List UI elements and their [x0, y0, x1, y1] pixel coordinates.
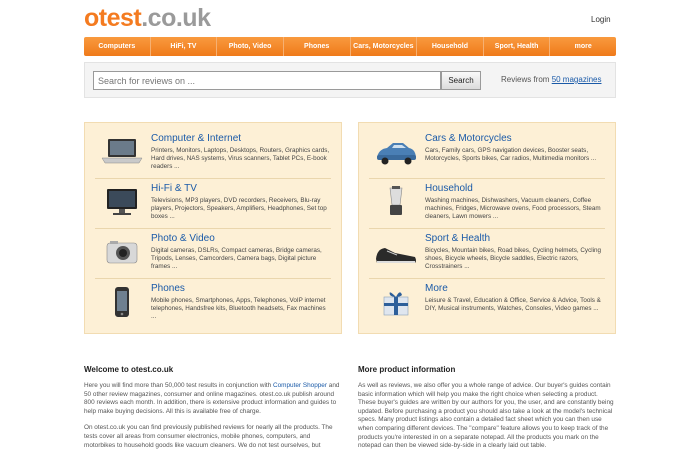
category-household: Household Washing machines, Dishwashers,… [369, 179, 605, 229]
more-info-heading: More product information [358, 365, 456, 374]
welcome-paragraph-1: Here you will find more than 50,000 test… [84, 382, 342, 416]
login-link[interactable]: Login [591, 15, 611, 24]
nav-item-computers[interactable]: Computers [84, 37, 151, 56]
reviews-from-label: Reviews from [501, 75, 552, 84]
category-photo-video: Photo & Video Digital cameras, DSLRs, Co… [95, 229, 331, 279]
category-sport-health: Sport & Health Bicycles, Mountain bikes,… [369, 229, 605, 279]
category-hifi-tv: Hi-Fi & TV Televisions, MP3 players, DVD… [95, 179, 331, 229]
category-description: Leisure & Travel, Education & Office, Se… [425, 297, 601, 313]
category-phones: Phones Mobile phones, Smartphones, Apps,… [95, 279, 331, 329]
welcome-text-before: Here you will find more than 50,000 test… [84, 382, 273, 389]
gift-icon [383, 292, 409, 316]
camera-icon [106, 241, 138, 264]
category-title[interactable]: Photo & Video [151, 233, 215, 244]
welcome-heading: Welcome to otest.co.uk [84, 365, 174, 374]
tv-icon [107, 189, 137, 215]
nav-item-hifi-tv[interactable]: HiFi, TV [151, 37, 218, 56]
nav-item-more[interactable]: more [550, 37, 616, 56]
welcome-section: Welcome to otest.co.uk Here you will fin… [84, 365, 342, 458]
computer-shopper-link[interactable]: Computer Shopper [273, 382, 327, 389]
logo-domain: .co.uk [141, 4, 211, 32]
category-description: Bicycles, Mountain bikes, Road bikes, Cy… [425, 247, 602, 271]
category-title[interactable]: More [425, 283, 448, 294]
category-title[interactable]: Cars & Motorcycles [425, 133, 512, 144]
category-cars-motorcycles: Cars & Motorcycles Cars, Family cars, GP… [369, 129, 605, 179]
phone-icon [115, 287, 129, 317]
main-nav: Computers HiFi, TV Photo, Video Phones C… [84, 37, 616, 56]
category-description: Mobile phones, Smartphones, Apps, Teleph… [151, 297, 326, 321]
search-bar: Search Reviews from 50 magazines [84, 62, 616, 98]
logo-primary: otest [84, 4, 142, 32]
site-logo[interactable]: otest.co.uk [84, 4, 211, 33]
category-description: Televisions, MP3 players, DVD recorders,… [151, 197, 327, 221]
search-input[interactable] [93, 71, 441, 90]
laptop-icon [101, 139, 143, 164]
category-description: Cars, Family cars, GPS navigation device… [425, 147, 597, 163]
category-title[interactable]: Sport & Health [425, 233, 490, 244]
more-info-section: More product information As well as revi… [358, 365, 616, 459]
welcome-paragraph-2: On otest.co.uk you can find previously p… [84, 424, 333, 449]
category-more: More Leisure & Travel, Education & Offic… [369, 279, 605, 329]
reviews-from-text: Reviews from 50 magazines [501, 75, 602, 84]
category-description: Digital cameras, DSLRs, Compact cameras,… [151, 247, 322, 271]
category-panel-left: Computer & Internet Printers, Monitors, … [84, 122, 342, 334]
nav-item-phones[interactable]: Phones [284, 37, 351, 56]
nav-item-sport-health[interactable]: Sport, Health [484, 37, 551, 56]
more-info-paragraph: As well as reviews, we also offer you a … [358, 382, 614, 450]
magazines-link[interactable]: 50 magazines [552, 75, 602, 84]
sneaker-icon [376, 248, 416, 263]
category-title[interactable]: Phones [151, 283, 185, 294]
category-panel-right: Cars & Motorcycles Cars, Family cars, GP… [358, 122, 616, 334]
category-title[interactable]: Household [425, 183, 473, 194]
category-title[interactable]: Hi-Fi & TV [151, 183, 197, 194]
category-description: Washing machines, Dishwashers, Vacuum cl… [425, 197, 601, 221]
car-icon [377, 143, 416, 165]
category-description: Printers, Monitors, Laptops, Desktops, R… [151, 147, 330, 171]
category-title[interactable]: Computer & Internet [151, 133, 241, 144]
search-button[interactable]: Search [441, 71, 481, 90]
nav-item-photo-video[interactable]: Photo, Video [217, 37, 284, 56]
nav-item-household[interactable]: Household [417, 37, 484, 56]
category-computer-internet: Computer & Internet Printers, Monitors, … [95, 129, 331, 179]
nav-item-cars-motorcycles[interactable]: Cars, Motorcycles [351, 37, 418, 56]
blender-icon [389, 186, 403, 215]
